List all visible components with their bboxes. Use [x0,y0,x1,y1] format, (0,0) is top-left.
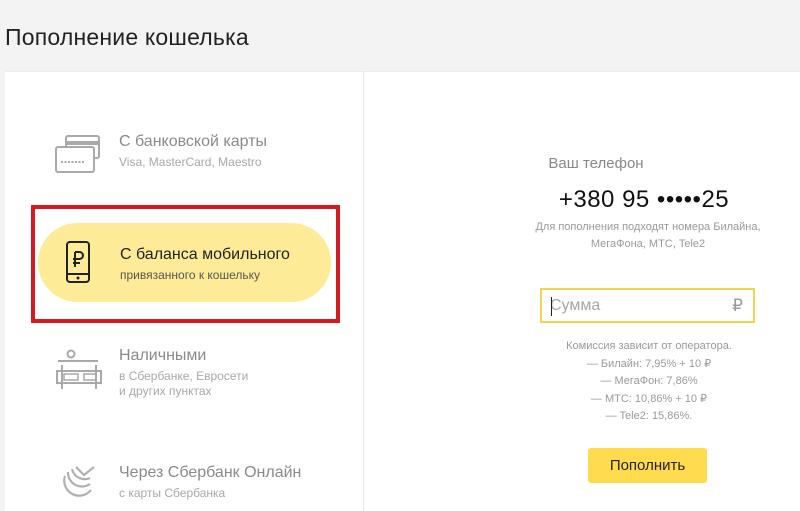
amount-input[interactable] [550,295,720,317]
text-cursor [551,297,552,316]
phone-hint: Для пополнения подходят номера Билайна, … [503,219,793,253]
phone-hint-line2: МегаФона, МТС, Tele2 [590,238,706,250]
method-cash-subtitle-line1: в Сбербанке, Евросети [119,369,249,383]
panel-divider [363,71,364,511]
commission-line: — Билайн: 7,95% + 10 ₽ [586,357,712,370]
method-sberbank-online[interactable]: Через Сбербанк Онлайн с карты Сбербанка [48,464,338,511]
selection-highlight-frame [31,205,340,323]
method-bank-card-title: С банковской карты [119,133,268,150]
commission-line: — Tele2: 15,86%. [605,410,693,422]
commission-header: Комиссия зависит от оператора. [566,340,732,352]
commission-line: — МегаФон: 7,86% [600,375,698,387]
page-title: Пополнение кошелька [5,24,249,50]
method-cash-subtitle: в Сбербанке, Евросети и других пунктах [119,369,319,399]
commission-info: Комиссия зависит от оператора. — Билайн:… [540,338,758,426]
ruble-currency-icon: ₽ [732,296,743,315]
commission-line: — МТС: 10,86% + 10 ₽ [590,392,708,405]
phone-number: +380 95 •••••25 [558,186,730,213]
cash-terminal-icon [54,349,104,398]
method-cash-title: Наличными [119,347,207,364]
method-cash[interactable]: Наличными в Сбербанке, Евросети и других… [48,347,338,407]
method-cash-subtitle-line2: и других пунктах [119,384,212,398]
sberbank-logo-icon [58,462,98,507]
method-sberbank-online-title: Через Сбербанк Онлайн [119,464,302,481]
method-bank-card-subtitle: Visa, MasterCard, Maestro [119,155,262,169]
bank-card-icon [54,135,104,180]
topup-button[interactable]: Пополнить [588,448,707,483]
phone-hint-line1: Для пополнения подходят номера Билайна, [535,221,761,233]
method-sberbank-online-subtitle: с карты Сбербанка [119,486,226,500]
phone-label: Ваш телефон [548,155,644,172]
amount-field[interactable]: ₽ [540,288,755,323]
method-bank-card[interactable]: С банковской карты Visa, MasterCard, Mae… [48,133,338,193]
